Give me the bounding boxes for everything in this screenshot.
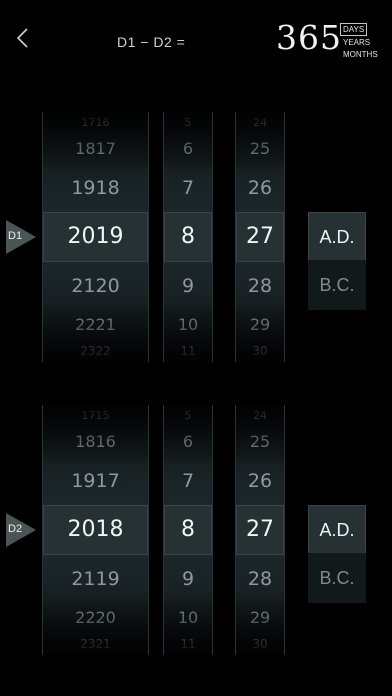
unit-months[interactable]: MONTHS: [340, 49, 388, 61]
result-value: 365: [276, 18, 342, 57]
year-wheel-d2[interactable]: 1715 1816 1917 2018 2119 2220 2321: [42, 405, 149, 655]
chevron-left-icon: [16, 28, 28, 48]
wheel-item: 9: [181, 568, 195, 590]
d2-marker: D2: [6, 513, 36, 547]
wheel-item: 26: [247, 470, 273, 492]
wheel-item: 2120: [71, 275, 120, 297]
wheel-item: 5: [184, 409, 192, 422]
wheel-item: 10: [177, 315, 199, 334]
wheel-item-selected: 2019: [43, 212, 148, 262]
era-ad-button-d2[interactable]: A.D.: [308, 505, 366, 555]
wheel-item: 2221: [75, 315, 116, 334]
wheel-item: 5: [184, 116, 192, 129]
wheel-item: 28: [247, 275, 273, 297]
wheel-item: 2322: [80, 344, 111, 358]
date-picker-d2: D2 1715 1816 1917 2018 2119 2220 2321 5 …: [0, 405, 392, 655]
wheel-item: 25: [249, 139, 271, 158]
day-wheel-d2[interactable]: 24 25 26 27 28 29 30: [235, 405, 285, 655]
wheel-item: 1918: [71, 177, 120, 199]
wheel-item: 2119: [71, 568, 120, 590]
header: D1 − D2 = 365 DAYS YEARS MONTHS: [0, 0, 392, 80]
wheel-item-selected: 27: [236, 212, 284, 262]
wheel-item: 6: [182, 432, 194, 451]
wheel-item: 24: [253, 116, 267, 129]
date-picker-d1: D1 1716 1817 1918 2019 2120 2221 2322 5 …: [0, 112, 392, 362]
wheel-item-selected: 8: [164, 505, 212, 555]
wheel-item: 26: [247, 177, 273, 199]
wheel-item: 1817: [75, 139, 116, 158]
wheel-item-selected: 8: [164, 212, 212, 262]
d1-marker: D1: [6, 220, 36, 254]
wheel-item: 11: [180, 637, 196, 651]
wheel-item: 30: [252, 344, 268, 358]
wheel-item: 2220: [75, 608, 116, 627]
era-bc-button-d1[interactable]: B.C.: [308, 260, 366, 310]
wheel-item: 28: [247, 568, 273, 590]
wheel-item: 1716: [81, 116, 110, 129]
year-wheel-d1[interactable]: 1716 1817 1918 2019 2120 2221 2322: [42, 112, 149, 362]
wheel-item: 1816: [75, 432, 116, 451]
unit-selector: DAYS YEARS MONTHS: [340, 19, 388, 61]
d2-label: D2: [8, 523, 23, 535]
month-wheel-d2[interactable]: 5 6 7 8 9 10 11: [163, 405, 213, 655]
wheel-item-selected: 27: [236, 505, 284, 555]
day-wheel-d1[interactable]: 24 25 26 27 28 29 30: [235, 112, 285, 362]
unit-years[interactable]: YEARS: [340, 37, 388, 49]
wheel-item: 1715: [81, 409, 110, 422]
wheel-item: 29: [249, 608, 271, 627]
wheel-item: 2321: [80, 637, 111, 651]
wheel-item: 24: [253, 409, 267, 422]
wheel-item: 10: [177, 608, 199, 627]
formula-label: D1 − D2 =: [117, 34, 186, 50]
month-wheel-d1[interactable]: 5 6 7 8 9 10 11: [163, 112, 213, 362]
wheel-item: 7: [181, 470, 195, 492]
era-ad-button-d1[interactable]: A.D.: [308, 212, 366, 262]
wheel-item: 11: [180, 344, 196, 358]
unit-days[interactable]: DAYS: [340, 23, 368, 36]
era-bc-button-d2[interactable]: B.C.: [308, 553, 366, 603]
wheel-item: 7: [181, 177, 195, 199]
wheel-item: 1917: [71, 470, 120, 492]
wheel-item: 25: [249, 432, 271, 451]
wheel-item: 29: [249, 315, 271, 334]
d1-label: D1: [8, 230, 23, 242]
back-button[interactable]: [10, 24, 38, 52]
wheel-item: 9: [181, 275, 195, 297]
wheel-item: 6: [182, 139, 194, 158]
wheel-item-selected: 2018: [43, 505, 148, 555]
wheel-item: 30: [252, 637, 268, 651]
